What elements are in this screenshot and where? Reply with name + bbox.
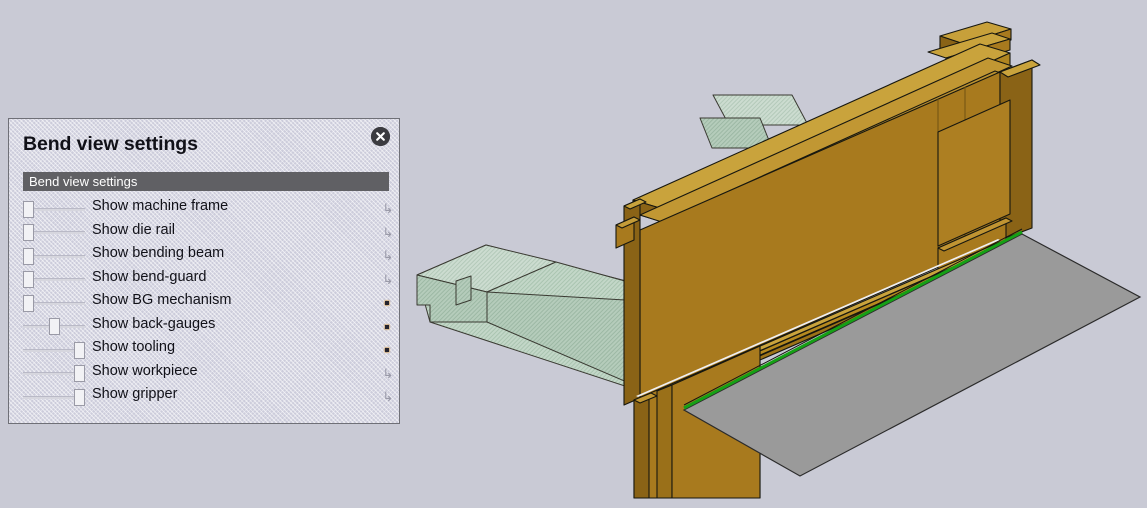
slider-thumb[interactable] [23,200,34,218]
sub-arrow-icon: ↳ [382,201,394,216]
visibility-slider[interactable] [23,385,85,409]
close-icon[interactable] [371,127,390,146]
setting-row: Show tooling • [9,338,401,362]
setting-label: Show bending beam [92,245,225,261]
visibility-slider[interactable] [23,315,85,339]
sub-arrow-icon: ↳ [382,248,394,263]
sub-arrow-icon: ↳ [382,389,394,404]
state-dot-icon: • [381,338,395,362]
setting-row: Show bend-guard ↳ [9,268,401,292]
state-dot-icon: • [381,291,395,315]
slider-thumb[interactable] [74,341,85,359]
visibility-slider[interactable] [23,338,85,362]
slider-thumb[interactable] [48,318,60,335]
slider-thumb[interactable] [23,294,34,312]
visibility-slider[interactable] [23,221,85,245]
close-x-glyph [371,127,390,146]
setting-label: Show die rail [92,221,176,238]
setting-row: Show gripper ↳ [9,385,401,409]
setting-label: Show tooling [92,339,176,355]
sub-arrow-icon: ↳ [382,224,394,240]
setting-row: Show machine frame ↳ [9,197,401,221]
setting-label: Show workpiece [92,362,198,379]
dialog-title: Bend view settings [23,133,198,155]
sub-arrow-icon: ↳ [382,271,394,287]
visibility-slider[interactable] [23,197,85,221]
setting-row: Show BG mechanism • [9,291,401,315]
visibility-slider[interactable] [23,244,85,268]
setting-row: Show back-gauges • [9,315,401,339]
slider-thumb[interactable] [23,271,34,288]
visibility-slider[interactable] [23,268,85,292]
settings-rows: Show machine frame ↳ Show die rail ↳ Show be… [9,197,401,409]
slider-thumb[interactable] [23,247,34,265]
slider-thumb[interactable] [23,224,34,241]
sub-arrow-icon: ↳ [382,365,394,381]
setting-row: Show workpiece ↳ [9,362,401,386]
setting-label: Show back-gauges [92,315,216,332]
setting-row: Show die rail ↳ [9,221,401,245]
setting-label: Show machine frame [92,198,229,214]
bend-view-settings-dialog[interactable]: Bend view settings Bend view settings Sh… [8,118,400,424]
slider-thumb[interactable] [74,388,85,406]
setting-label: Show BG mechanism [92,292,232,308]
setting-label: Show bend-guard [92,268,207,285]
visibility-slider[interactable] [23,362,85,386]
settings-group-header: Bend view settings [23,172,389,191]
setting-row: Show bending beam ↳ [9,244,401,268]
slider-thumb[interactable] [74,365,85,382]
visibility-slider[interactable] [23,291,85,315]
state-dot-icon: • [381,315,395,339]
setting-label: Show gripper [92,386,178,402]
